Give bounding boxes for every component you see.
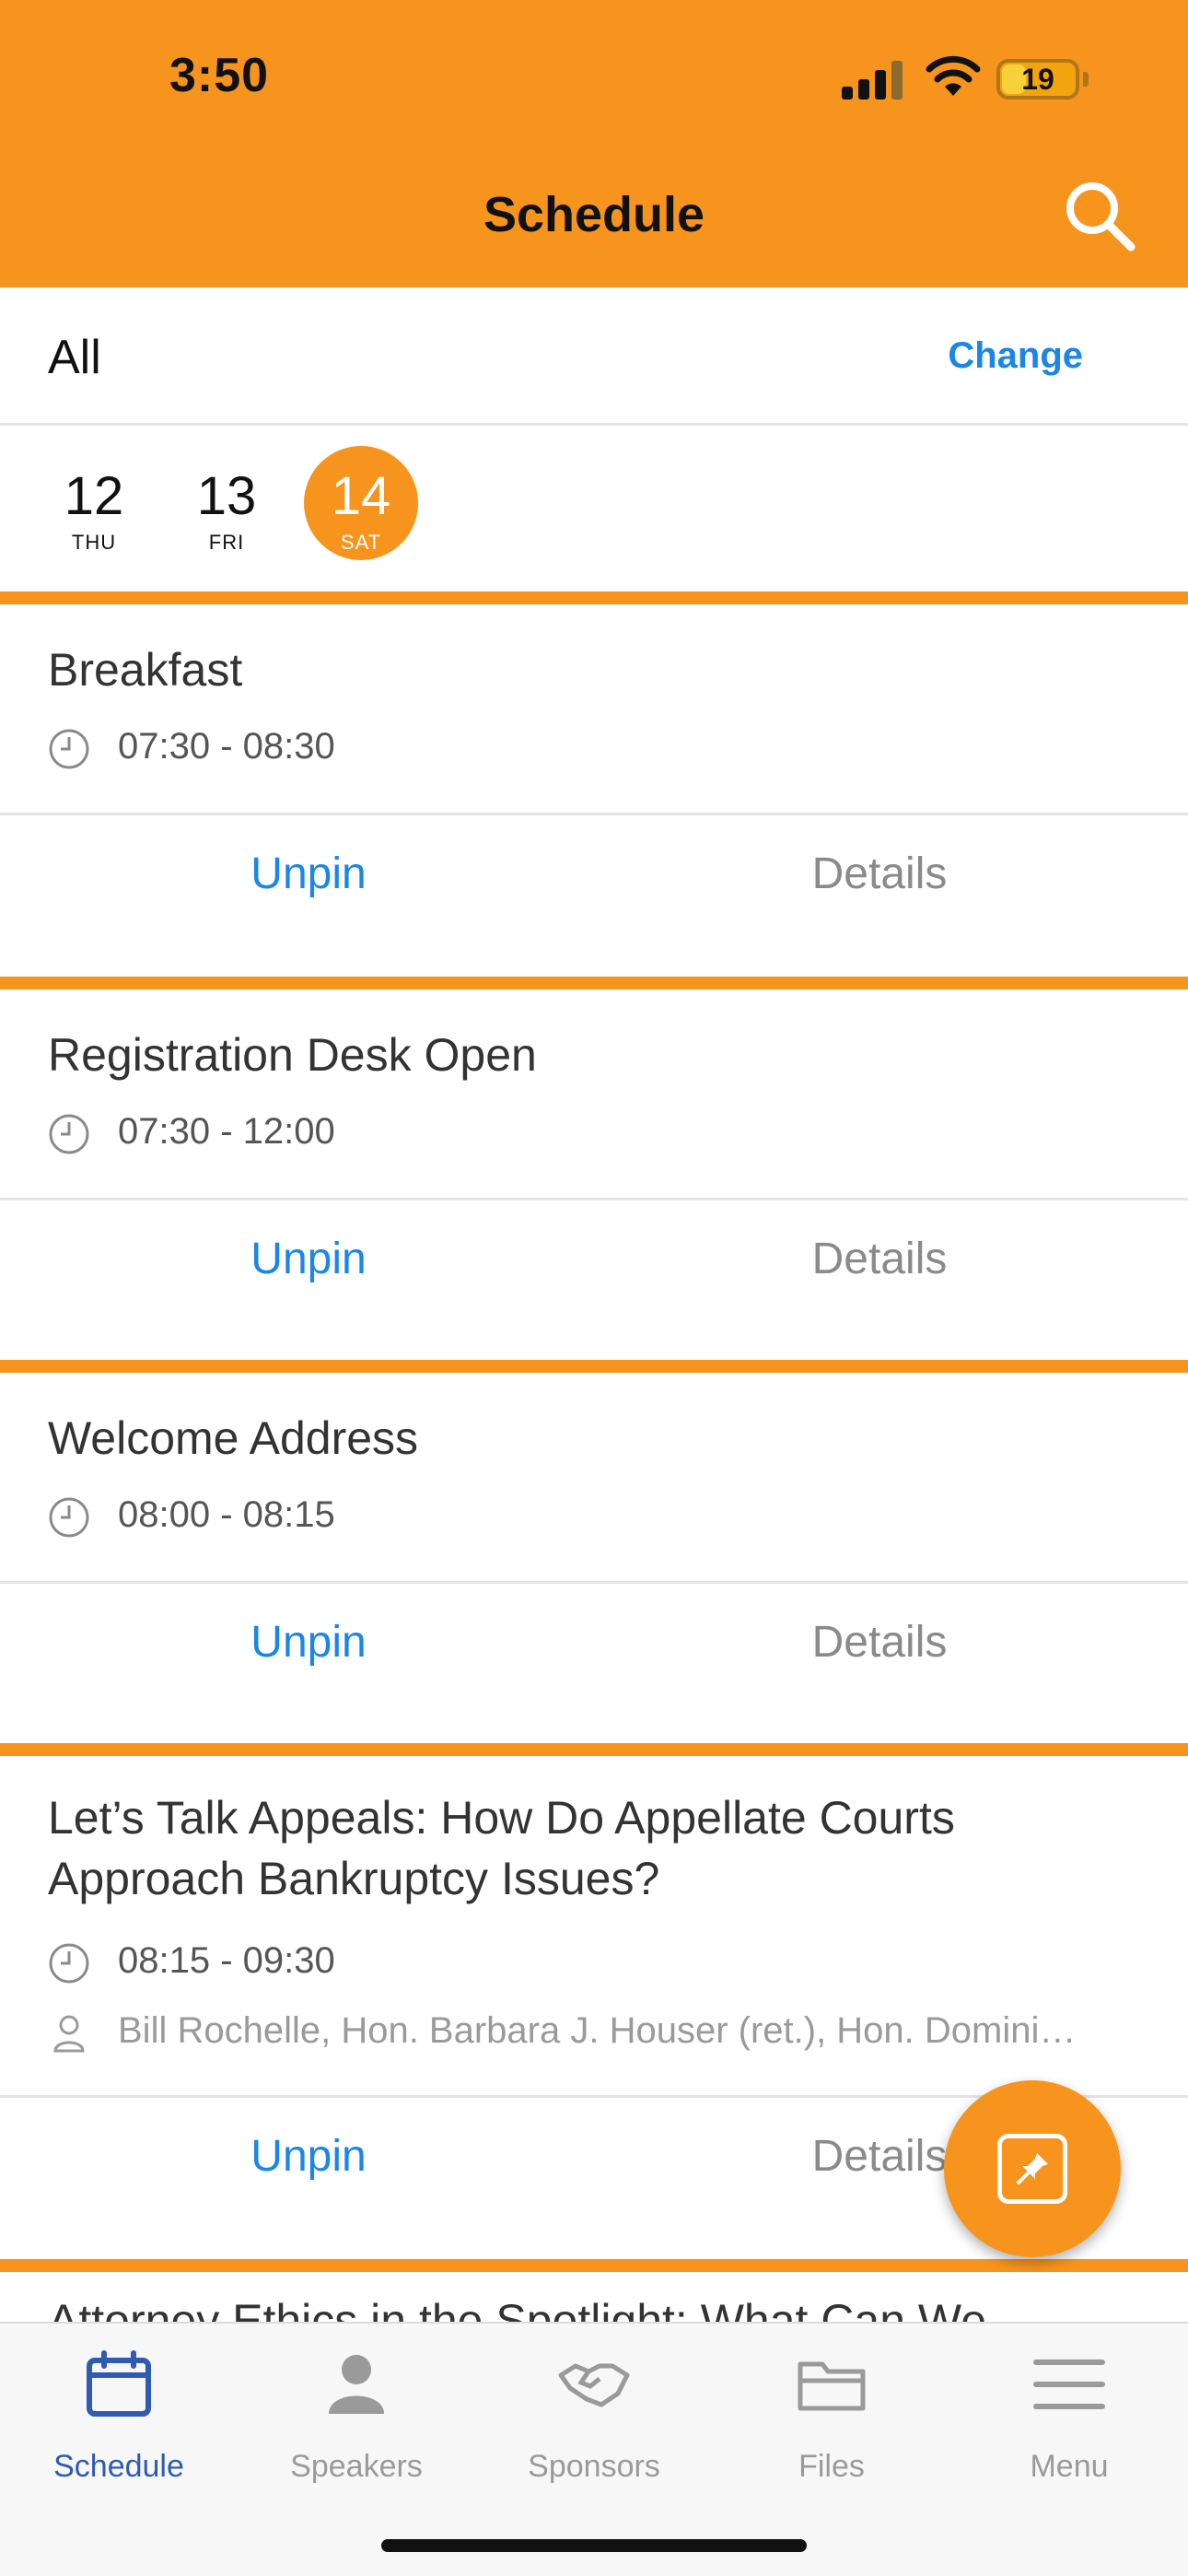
session-card: Welcome Address 08:00 - 08:15 Unpin Deta… [0, 1360, 1188, 1745]
wifi-icon [926, 55, 981, 96]
date-weekday: SAT [340, 531, 382, 554]
pin-icon [997, 2134, 1067, 2204]
session-card: Registration Desk Open 07:30 - 12:00 Unp… [0, 977, 1188, 1362]
date-number: 12 [64, 466, 124, 526]
tab-label: Sponsors [528, 2449, 660, 2484]
status-time: 3:50 [169, 49, 270, 102]
clock-icon [49, 1497, 89, 1538]
tab-menu[interactable]: Menu [950, 2324, 1188, 2526]
date-weekday: FRI [208, 531, 245, 554]
session-title-line-1: Let’s Talk Appeals: How Do Appellate Cou… [48, 1792, 955, 1844]
pinned-sessions-button[interactable] [944, 2080, 1121, 2257]
calendar-icon [87, 2350, 151, 2417]
date-number: 14 [331, 466, 391, 526]
unpin-button[interactable]: Unpin [0, 2131, 617, 2182]
track-filter-label: All [48, 331, 101, 384]
tab-label: Speakers [290, 2449, 423, 2484]
handshake-icon [558, 2363, 630, 2407]
session-time-text: 07:30 - 08:30 [118, 726, 335, 767]
battery-cap [1083, 72, 1089, 87]
session-time-text: 08:00 - 08:15 [118, 1494, 335, 1535]
session-actions: Unpin Details [0, 1198, 1188, 1336]
date-selector: 12 THU 13 FRI 14 SAT [0, 426, 1188, 591]
date-tab-fri[interactable]: 13 FRI [169, 446, 284, 560]
date-tab-thu[interactable]: 12 THU [37, 446, 151, 560]
session-actions: Unpin Details [0, 813, 1188, 951]
session-time-text: 08:15 - 09:30 [118, 1940, 335, 1981]
session-title: Breakfast [48, 644, 243, 696]
details-button[interactable]: Details [571, 849, 1188, 899]
session-speakers-text: Bill Rochelle, Hon. Barbara J. Houser (r… [118, 2010, 1077, 2051]
clock-icon [49, 729, 89, 769]
tab-sponsors[interactable]: Sponsors [475, 2324, 713, 2526]
track-filter-row: All Change [0, 287, 1188, 426]
unpin-button[interactable]: Unpin [0, 1234, 617, 1284]
search-button[interactable] [1059, 175, 1142, 258]
session-title: Welcome Address [48, 1412, 419, 1464]
tab-speakers[interactable]: Speakers [238, 2324, 475, 2526]
battery-level: 19 [1021, 63, 1054, 96]
session-title-line-2: Approach Bankruptcy Issues? [48, 1853, 660, 1904]
person-icon [329, 2355, 384, 2414]
folder-icon [798, 2361, 866, 2411]
tab-label: Schedule [53, 2449, 184, 2484]
tab-schedule[interactable]: Schedule [0, 2324, 238, 2526]
session-title: Registration Desk Open [48, 1029, 537, 1081]
unpin-button[interactable]: Unpin [0, 1617, 617, 1668]
search-icon [1066, 182, 1136, 252]
change-filter-button[interactable]: Change [948, 335, 1083, 377]
clock-icon [49, 1114, 89, 1154]
home-indicator [381, 2539, 807, 2552]
page-title: Schedule [483, 187, 705, 242]
battery-icon: 19 [996, 59, 1079, 100]
date-number: 13 [196, 466, 257, 526]
session-card: Breakfast 07:30 - 08:30 Unpin Details [0, 591, 1188, 977]
tab-label: Files [798, 2449, 865, 2484]
date-tab-sat[interactable]: 14 SAT [304, 446, 418, 560]
unpin-button[interactable]: Unpin [0, 849, 617, 899]
menu-icon [1033, 2359, 1105, 2409]
details-button[interactable]: Details [571, 1617, 1188, 1668]
header-bar: 3:50 19 Schedule [0, 0, 1188, 287]
signal-icon [842, 59, 903, 100]
tab-files[interactable]: Files [713, 2324, 950, 2526]
tab-bar: Schedule Speakers Sponsors Files Menu [0, 2322, 1188, 2576]
clock-icon [49, 1943, 89, 1984]
session-time-text: 07:30 - 12:00 [118, 1111, 335, 1152]
person-outline-icon [53, 2015, 85, 2053]
details-button[interactable]: Details [571, 1234, 1188, 1284]
session-actions: Unpin Details [0, 1581, 1188, 1719]
tab-label: Menu [1030, 2449, 1109, 2484]
date-weekday: THU [71, 531, 117, 554]
